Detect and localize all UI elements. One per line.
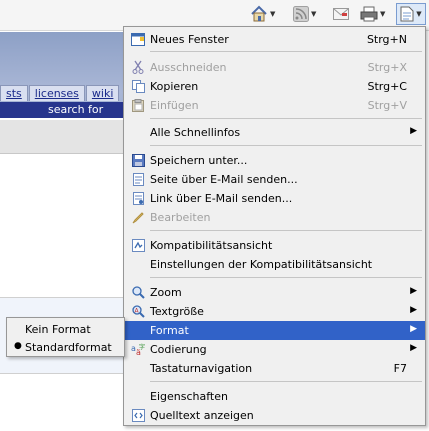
menu-separator [150,145,422,146]
encoding-icon: aä字 [131,342,145,356]
menu-item-label: Bearbeiten [150,211,211,224]
mail-icon [333,8,349,20]
menu-separator [150,230,422,231]
menu-item-label: Einfügen [150,99,199,112]
menu-item-shortcut: Strg+V [367,99,407,112]
paste-icon [131,98,145,112]
submenu-arrow-icon: ▶ [410,343,417,353]
menu-item-shortcut: Strg+N [366,33,407,46]
menu-item-text-size[interactable]: A Textgröße ▶ [124,302,425,321]
divider [0,153,128,154]
compatibility-icon [131,238,145,252]
page-tab[interactable]: sts [0,85,28,101]
page-search-bar: search for [0,102,128,118]
menu-item-label: Seite über E-Mail senden... [150,173,298,186]
menu-item-copy[interactable]: Kopieren Strg+C [124,77,425,96]
cut-icon [131,60,145,74]
menu-item-caret-browsing[interactable]: Tastaturnavigation F7 [124,359,425,378]
search-label: search for [48,103,104,116]
page-tab[interactable]: licenses [28,85,85,101]
page-gray-band [0,120,128,153]
mail-button[interactable] [333,5,349,23]
menu-item-properties[interactable]: Eigenschaften [124,387,425,406]
menu-item-view-source[interactable]: Quelltext anzeigen [124,406,425,425]
menu-item-label: Format [150,324,189,337]
submenu-item-label: Standardformat [25,341,112,354]
menu-item-label: Neues Fenster [150,33,229,46]
source-icon [131,408,145,422]
chevron-down-icon: ▼ [311,10,317,18]
menu-item-shortcut: F7 [393,362,407,375]
menu-item-label: Link über E-Mail senden... [150,192,293,205]
menu-item-shortcut: Strg+C [367,80,407,93]
feeds-button[interactable]: ▼ [293,5,316,23]
menu-item-label: Kompatibilitätsansicht [150,239,273,252]
home-button[interactable]: ▼ [250,5,275,23]
menu-item-shortcut: Strg+X [367,61,407,74]
home-icon [251,5,267,22]
email-page-icon [131,172,145,186]
save-icon [131,153,145,167]
new-window-icon [131,32,145,46]
copy-icon [131,79,145,93]
submenu-item-default-style[interactable]: ● Standardformat [7,338,124,356]
menu-separator [150,118,422,119]
zoom-icon [131,285,145,299]
submenu-item-label: Kein Format [25,323,91,336]
chevron-down-icon: ▼ [270,10,276,18]
menu-item-save-as[interactable]: Speichern unter... [124,151,425,170]
text-size-icon: A [131,304,145,318]
submenu-item-no-style[interactable]: Kein Format [7,320,124,338]
rss-feed-icon [293,6,309,22]
print-button[interactable]: ▼ [360,5,385,23]
page-icon [400,6,414,22]
menu-separator [150,51,422,52]
menu-item-encoding[interactable]: aä字 Codierung ▶ [124,340,425,359]
print-icon [360,6,378,22]
menu-item-label: Tastaturnavigation [150,362,253,375]
menu-item-label: Ausschneiden [150,61,227,74]
menu-item-paste[interactable]: Einfügen Strg+V [124,96,425,115]
divider [0,297,128,298]
submenu-arrow-icon: ▶ [410,324,417,334]
page-menu: Neues Fenster Strg+N Ausschneiden Strg+X… [123,26,426,426]
menu-separator [150,381,422,382]
menu-item-new-window[interactable]: Neues Fenster Strg+N [124,30,425,49]
page-tab[interactable]: wiki [85,85,120,101]
email-link-icon [131,191,145,205]
pencil-icon [131,210,145,224]
submenu-arrow-icon: ▶ [410,286,417,296]
menu-item-compatibility-view[interactable]: Kompatibilitätsansicht [124,236,425,255]
menu-item-label: Alle Schnellinfos [150,126,241,139]
menu-item-send-link[interactable]: Link über E-Mail senden... [124,189,425,208]
menu-item-accelerators[interactable]: Alle Schnellinfos ▶ [124,123,425,142]
radio-selected-icon: ● [14,341,22,351]
format-submenu: Kein Format ● Standardformat [6,317,125,357]
divider [0,373,128,374]
page-nav-tabs: sts licenses wiki [0,85,120,101]
menu-separator [150,277,422,278]
menu-item-label: Zoom [150,286,182,299]
submenu-arrow-icon: ▶ [410,126,417,136]
chevron-down-icon: ▼ [380,10,386,18]
menu-item-send-page[interactable]: Seite über E-Mail senden... [124,170,425,189]
page-button[interactable]: ▼ [396,3,426,25]
menu-item-label: Eigenschaften [150,390,228,403]
svg-text:字: 字 [139,343,145,351]
menu-item-cut[interactable]: Ausschneiden Strg+X [124,58,425,77]
menu-item-label: Kopieren [150,80,199,93]
chevron-down-icon: ▼ [416,10,422,18]
menu-item-label: Einstellungen der Kompatibilitätsansicht [150,258,373,271]
menu-item-zoom[interactable]: Zoom ▶ [124,283,425,302]
submenu-arrow-icon: ▶ [410,305,417,315]
menu-item-compatibility-settings[interactable]: Einstellungen der Kompatibilitätsansicht [124,255,425,274]
menu-item-label: Textgröße [150,305,204,318]
menu-item-format[interactable]: Format ▶ [124,321,425,340]
menu-item-label: Quelltext anzeigen [150,409,254,422]
menu-item-edit[interactable]: Bearbeiten [124,208,425,227]
menu-item-label: Speichern unter... [150,154,248,167]
menu-item-label: Codierung [150,343,207,356]
